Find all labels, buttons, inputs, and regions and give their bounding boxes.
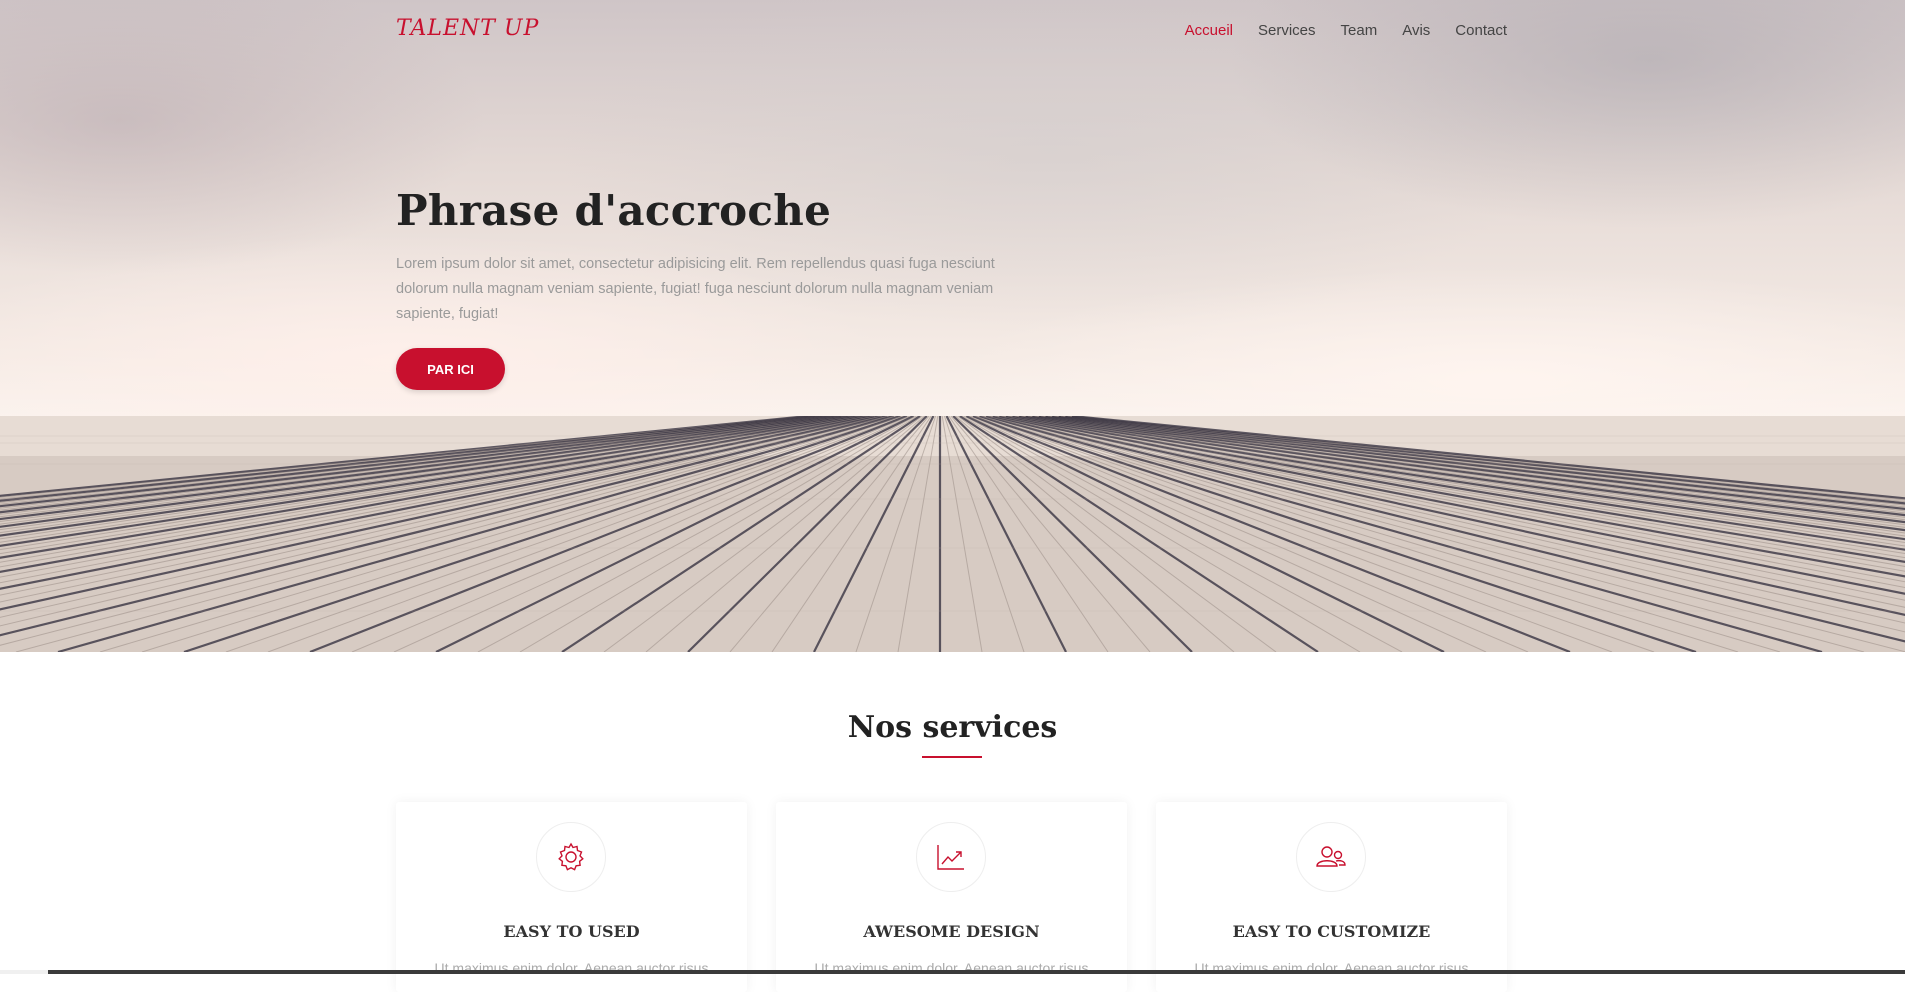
hero-deck-background [0,416,1905,652]
hero-description: Lorem ipsum dolor sit amet, consectetur … [396,256,995,322]
gear-icon [536,822,606,892]
services-title-underline [922,756,982,758]
par-ici-button[interactable]: PAR ICI [396,348,505,390]
bottom-strip [48,970,390,974]
services-title: Nos services [847,710,1058,745]
nav-item-team[interactable]: Team [1341,22,1378,39]
bottom-strip [0,970,48,974]
nav-item-services[interactable]: Services [1258,22,1316,39]
service-card-awesome-design: AWESOME DESIGN Ut maximus enim dolor. Ae… [776,802,1127,992]
brand-logo[interactable]: TALENT UP [396,16,539,41]
chart-icon [916,822,986,892]
hero-sky-background [0,0,1905,418]
service-card-title: AWESOME DESIGN [863,922,1040,941]
main-nav: Accueil Services Team Avis Contact [1185,22,1507,39]
users-icon [1296,822,1366,892]
bottom-strip [390,970,1905,974]
nav-item-avis[interactable]: Avis [1402,22,1430,39]
service-card-easy-to-use: EASY TO USED Ut maximus enim dolor. Aene… [396,802,747,992]
service-card-easy-to-customize: EASY TO CUSTOMIZE Ut maximus enim dolor.… [1156,802,1507,992]
hero-title: Phrase d'accroche [396,186,832,235]
service-card-title: EASY TO CUSTOMIZE [1232,922,1431,941]
nav-item-contact[interactable]: Contact [1455,22,1507,39]
service-card-title: EASY TO USED [503,922,640,941]
nav-item-accueil[interactable]: Accueil [1185,22,1233,39]
